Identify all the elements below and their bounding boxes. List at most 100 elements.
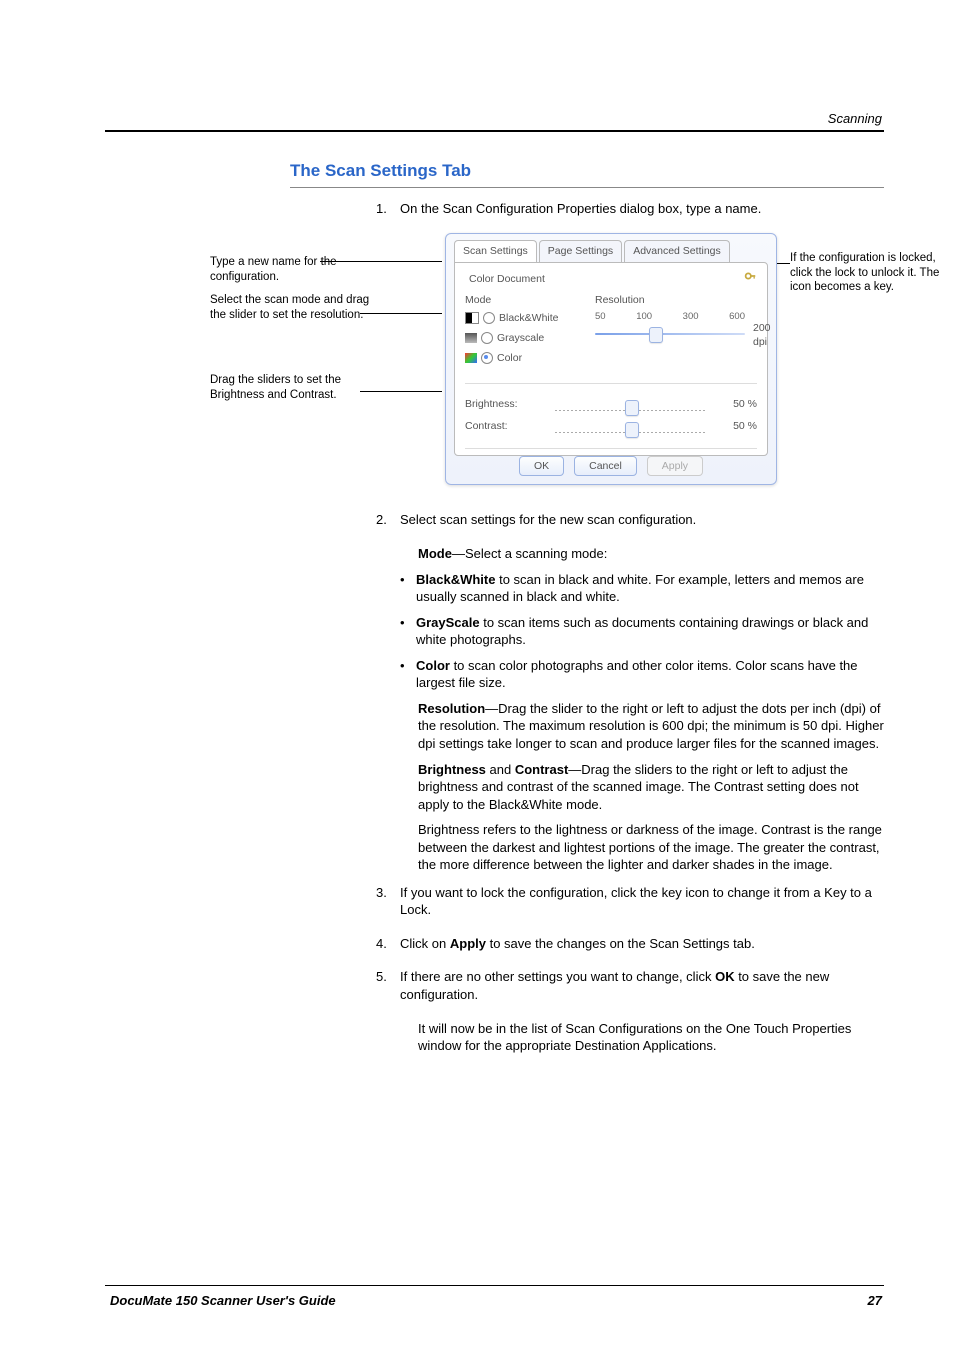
chapter-label: Scanning: [828, 110, 882, 128]
slider-thumb-icon[interactable]: [649, 327, 663, 343]
mode-label-text: Color: [497, 351, 522, 365]
bullet-gs: GrayScale to scan items such as document…: [400, 614, 884, 649]
contrast-value: 50 %: [733, 419, 757, 433]
bold: Brightness: [418, 762, 486, 777]
step-4: 4. Click on Apply to save the changes on…: [400, 935, 884, 953]
resolution-slider[interactable]: 50 100 300 600: [595, 311, 745, 342]
tab-scan-settings[interactable]: Scan Settings: [454, 240, 537, 261]
bold: OK: [715, 969, 735, 984]
step-5: 5. If there are no other settings you wa…: [400, 968, 884, 1003]
tab-strip: Scan Settings Page Settings Advanced Set…: [446, 234, 776, 261]
callout-name: Type a new name for the configuration.: [210, 255, 370, 284]
footer-left: DocuMate 150 Scanner User's Guide: [110, 1292, 336, 1310]
step-text: On the Scan Configuration Properties dia…: [400, 201, 761, 216]
tick: 300: [683, 311, 699, 324]
step-text: Click on Apply to save the changes on th…: [400, 936, 755, 951]
step-3: 3. If you want to lock the configuration…: [400, 884, 884, 919]
resolution-value: 200 dpi: [753, 321, 771, 349]
step-2: 2. Select scan settings for the new scan…: [400, 511, 884, 529]
mode-list: Black&White Grayscale Color: [465, 311, 559, 372]
bold: Color: [416, 658, 450, 673]
mode-label-text: Black&White: [499, 311, 559, 325]
brightness-label: Brightness:: [465, 397, 518, 411]
mode-label-text: Grayscale: [497, 331, 544, 345]
radio-icon: [481, 332, 493, 344]
lock-key-icon[interactable]: [743, 269, 757, 283]
brightness-contrast-area: Brightness: 50 % Contrast:: [465, 383, 757, 449]
text: to scan items such as documents containi…: [416, 615, 868, 648]
contrast-row: Contrast: 50 %: [465, 416, 757, 438]
footer-page-number: 27: [868, 1292, 882, 1310]
brightness-row: Brightness: 50 %: [465, 394, 757, 416]
tick: 50: [595, 311, 606, 324]
bold: Apply: [450, 936, 486, 951]
step-text: Select scan settings for the new scan co…: [400, 512, 696, 527]
text: to save the changes on the Scan Settings…: [486, 936, 755, 951]
config-name-input[interactable]: Color Document: [465, 271, 549, 287]
color-swatch-icon: [465, 353, 477, 363]
bold: Black&White: [416, 572, 495, 587]
text: If there are no other settings you want …: [400, 969, 715, 984]
step-number: 5.: [376, 968, 387, 986]
apply-button[interactable]: Apply: [647, 456, 703, 476]
section-underline: [290, 187, 884, 188]
figure: Type a new name for the configuration. S…: [210, 233, 954, 493]
page: Scanning The Scan Settings Tab 1. On the…: [0, 0, 954, 1350]
step-number: 4.: [376, 935, 387, 953]
scan-config-dialog: Scan Settings Page Settings Advanced Set…: [445, 233, 777, 485]
text: —Select a scanning mode:: [452, 546, 607, 561]
section-title: The Scan Settings Tab: [290, 160, 884, 183]
mode-header: Mode: [465, 293, 491, 307]
callout-bc: Drag the sliders to set the Brightness a…: [210, 373, 370, 402]
gs-swatch-icon: [465, 333, 477, 343]
bw-swatch-icon: [465, 312, 479, 324]
tick: 100: [636, 311, 652, 324]
text: —Drag the slider to the right or left to…: [418, 701, 884, 751]
callout-leader: [320, 261, 442, 262]
cancel-button[interactable]: Cancel: [574, 456, 637, 476]
resolution-paragraph: Resolution—Drag the slider to the right …: [418, 700, 884, 753]
bc-followup: Brightness refers to the lightness or da…: [418, 821, 884, 874]
mode-grayscale[interactable]: Grayscale: [465, 331, 559, 345]
step-text: If there are no other settings you want …: [400, 969, 829, 1002]
bullet-color: Color to scan color photographs and othe…: [400, 657, 884, 692]
footer-rule: [105, 1285, 884, 1286]
mode-color[interactable]: Color: [465, 351, 559, 365]
content-column: 1. On the Scan Configuration Properties …: [400, 200, 884, 1055]
radio-icon: [483, 312, 495, 324]
ok-button[interactable]: OK: [519, 456, 564, 476]
step-number: 2.: [376, 511, 387, 529]
mode-blackwhite[interactable]: Black&White: [465, 311, 559, 325]
bold: Mode: [418, 546, 452, 561]
contrast-slider[interactable]: [555, 422, 705, 436]
step-number: 1.: [376, 200, 387, 218]
slider-thumb-icon[interactable]: [625, 422, 639, 438]
tab-pane: Color Document Mode Resolution Black&Whi…: [454, 262, 768, 456]
callout-lock: If the configuration is locked, click th…: [790, 251, 954, 294]
callout-mode: Select the scan mode and drag the slider…: [210, 293, 370, 322]
text: and: [486, 762, 515, 777]
slider-thumb-icon[interactable]: [625, 400, 639, 416]
step-number: 3.: [376, 884, 387, 902]
brightness-value: 50 %: [733, 397, 757, 411]
bold: Resolution: [418, 701, 485, 716]
tab-page-settings[interactable]: Page Settings: [539, 240, 622, 261]
resolution-ticks: 50 100 300 600: [595, 311, 745, 324]
header-rule: [105, 130, 884, 132]
dialog-button-row: OK Cancel Apply: [446, 456, 776, 476]
bold: Contrast: [515, 762, 568, 777]
resolution-header: Resolution: [595, 293, 645, 307]
callout-leader: [360, 313, 442, 314]
contrast-label: Contrast:: [465, 419, 508, 433]
step-1: 1. On the Scan Configuration Properties …: [400, 200, 884, 218]
bullet-bw: Black&White to scan in black and white. …: [400, 571, 884, 606]
step-text: If you want to lock the configuration, c…: [400, 885, 872, 918]
tab-advanced-settings[interactable]: Advanced Settings: [624, 240, 730, 261]
slider-track: [595, 327, 745, 341]
brightness-slider[interactable]: [555, 400, 705, 414]
text: Click on: [400, 936, 450, 951]
tick: 600: [729, 311, 745, 324]
brightness-contrast-paragraph: Brightness and Contrast—Drag the sliders…: [418, 761, 884, 814]
mode-intro: Mode—Select a scanning mode:: [418, 545, 884, 563]
radio-icon: [481, 352, 493, 364]
